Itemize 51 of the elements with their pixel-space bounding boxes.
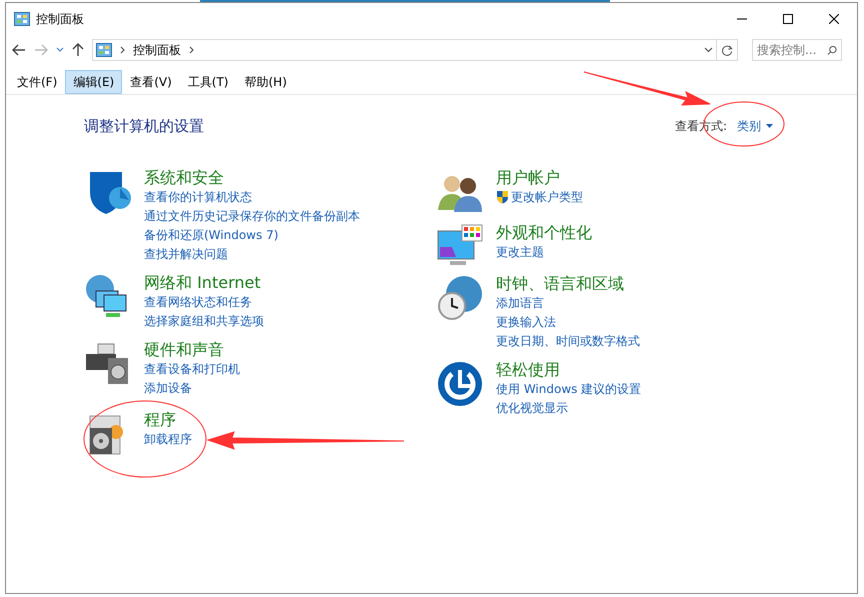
task-link[interactable]: 添加语言: [496, 294, 544, 312]
search-field[interactable]: 搜索控制...: [752, 39, 842, 61]
window-title: 控制面板: [36, 11, 84, 28]
accessibility-icon: [436, 360, 484, 408]
menu-item[interactable]: 工具(T): [180, 70, 236, 94]
close-icon: [829, 14, 839, 24]
task-link[interactable]: 使用 Windows 建议的设置: [496, 380, 642, 398]
task-link[interactable]: 查看设备和打印机: [144, 360, 240, 378]
task-link[interactable]: 通过文件历史记录保存你的文件备份副本: [144, 206, 360, 226]
task-link[interactable]: 查看网络状态和任务: [144, 292, 252, 312]
maximize-icon: [783, 14, 793, 24]
category-title-link[interactable]: 程序: [144, 410, 192, 430]
control-panel-icon: [96, 43, 112, 57]
back-arrow-icon[interactable]: [12, 44, 26, 56]
search-icon: [827, 44, 837, 56]
task-link[interactable]: 卸载程序: [144, 430, 192, 448]
menu-item[interactable]: 编辑(E): [65, 70, 122, 94]
menu-item[interactable]: 查看(V): [122, 70, 180, 94]
task-link[interactable]: 更换输入法: [496, 312, 556, 332]
control-panel-icon: [14, 12, 30, 26]
chevron-right-icon: [120, 46, 125, 54]
menu-item[interactable]: 文件(F): [9, 70, 66, 94]
category-title-link[interactable]: 用户帐户: [496, 168, 583, 188]
task-link[interactable]: 选择家庭组和共享选项: [144, 312, 264, 330]
category-title-link[interactable]: 网络和 Internet: [144, 272, 264, 292]
task-link[interactable]: 优化视觉显示: [496, 398, 568, 418]
globe-clock-icon: [436, 274, 484, 322]
address-field[interactable]: 控制面板: [92, 39, 717, 61]
view-by-dropdown[interactable]: 类别: [737, 117, 773, 136]
chevron-right-icon: [189, 46, 194, 54]
chevron-down-icon[interactable]: [56, 47, 64, 53]
category-title-link[interactable]: 系统和安全: [144, 168, 360, 188]
page-heading: 调整计算机的设置: [84, 116, 204, 137]
task-link[interactable]: 查看你的计算机状态: [144, 188, 252, 206]
task-link[interactable]: 添加设备: [144, 378, 192, 398]
refresh-button[interactable]: [716, 39, 738, 61]
caret-icon: [766, 124, 773, 128]
category-title-link[interactable]: 外观和个性化: [496, 222, 592, 242]
category-title-link[interactable]: 时钟、语言和区域: [496, 274, 640, 294]
refresh-icon: [722, 44, 732, 56]
category-title-link[interactable]: 硬件和声音: [144, 340, 240, 360]
task-link[interactable]: 查找并解决问题: [144, 244, 228, 264]
task-link[interactable]: 更改帐户类型: [511, 188, 583, 206]
task-link[interactable]: 更改日期、时间或数字格式: [496, 332, 640, 350]
category-title-link[interactable]: 轻松使用: [496, 360, 642, 380]
up-arrow-icon[interactable]: [72, 43, 84, 57]
breadcrumb[interactable]: 控制面板: [133, 41, 181, 59]
chevron-down-icon[interactable]: [704, 47, 713, 53]
menu-item[interactable]: 帮助(H): [236, 70, 295, 94]
task-link[interactable]: 备份和还原(Windows 7): [144, 226, 278, 244]
task-link[interactable]: 更改主题: [496, 242, 544, 262]
